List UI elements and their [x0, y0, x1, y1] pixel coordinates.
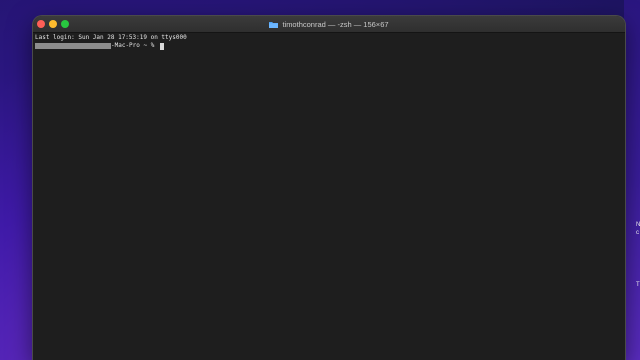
- window-title: timothconrad — -zsh — 156×67: [33, 16, 625, 32]
- desktop-edge-text: c: [636, 230, 639, 236]
- prompt-line: -Mac-Pro ~ %: [35, 42, 164, 50]
- desktop-wallpaper: [624, 0, 640, 360]
- folder-icon: [269, 21, 279, 28]
- window-title-text: timothconrad — -zsh — 156×67: [282, 19, 389, 29]
- terminal-window[interactable]: timothconrad — -zsh — 156×67 Last login:…: [32, 15, 626, 360]
- redacted-hostname: [35, 43, 111, 49]
- last-login-line: Last login: Sun Jan 28 17:53:19 on ttys0…: [35, 34, 187, 41]
- window-titlebar[interactable]: timothconrad — -zsh — 156×67: [33, 16, 625, 33]
- desktop-edge-text: N: [636, 222, 640, 228]
- desktop-edge-text: T: [636, 282, 640, 288]
- prompt-text: -Mac-Pro ~ %: [111, 42, 158, 49]
- terminal-content[interactable]: Last login: Sun Jan 28 17:53:19 on ttys0…: [33, 33, 625, 360]
- text-cursor: [159, 42, 164, 50]
